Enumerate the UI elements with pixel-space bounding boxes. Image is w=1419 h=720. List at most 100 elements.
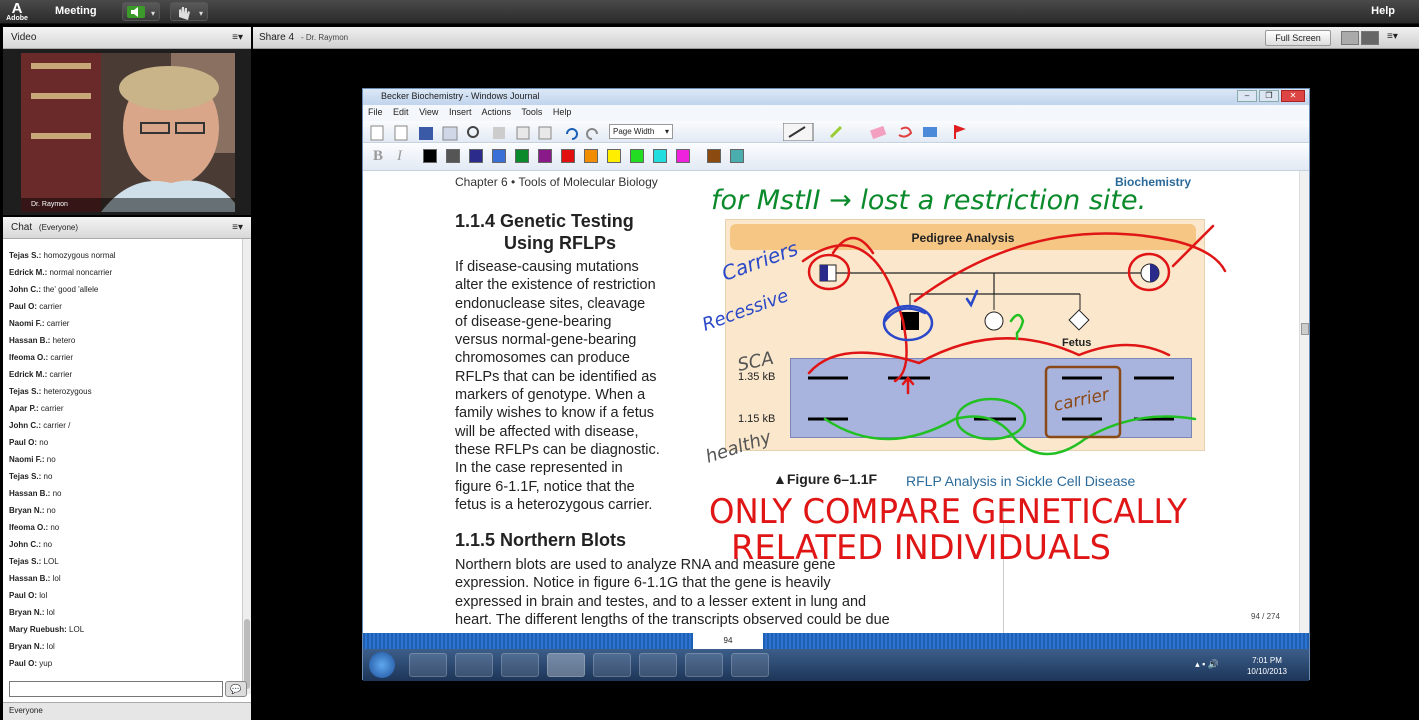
meeting-menu[interactable]: Meeting [55, 5, 97, 17]
pen-color-swatch[interactable] [423, 149, 437, 163]
chat-text: LOL [43, 557, 59, 566]
chat-message: Paul O: carrier [9, 298, 241, 315]
chat-message: Tejas S.: no [9, 468, 241, 485]
ink-note-carrier-box: carrier [1052, 384, 1112, 415]
ink-annotations: for MstII → lost a restriction site. Car… [700, 185, 1227, 568]
chat-text: the' good 'allele [43, 285, 99, 294]
chat-text: homozygous normal [43, 251, 116, 260]
chrome-icon[interactable] [593, 653, 631, 677]
chat-send-button[interactable]: 💬 [225, 681, 247, 697]
chat-audience-tab[interactable]: Everyone [3, 702, 251, 720]
pen-color-swatch[interactable] [730, 149, 744, 163]
fit-view-icon[interactable] [1341, 31, 1359, 45]
close-icon[interactable]: ✕ [1281, 90, 1305, 102]
ink-note-sca: SCA [736, 348, 776, 376]
chat-message: Mary Ruebush: LOL [9, 621, 241, 638]
scroll-thumb[interactable] [1301, 323, 1309, 335]
chat-sender: Mary Ruebush: [9, 625, 67, 634]
chat-sender: Bryan N.: [9, 506, 45, 515]
chat-message: Paul O: no [9, 434, 241, 451]
chat-text: yup [39, 659, 53, 668]
system-clock[interactable]: 7:01 PM 10/10/2013 [1247, 655, 1287, 677]
help-menu[interactable]: Help [1371, 5, 1395, 17]
firefox-icon[interactable] [455, 653, 493, 677]
pen-color-swatch[interactable] [538, 149, 552, 163]
windows-journal-icon[interactable] [547, 653, 585, 677]
pen-color-swatch[interactable] [492, 149, 506, 163]
video-pod-title: Video [11, 32, 37, 43]
tray-icons[interactable]: ▴ ▪ 🔊 [1195, 659, 1219, 670]
chat-text: no [46, 455, 56, 464]
menu-edit[interactable]: Edit [393, 107, 409, 117]
italic-icon[interactable]: I [397, 148, 402, 165]
menu-insert[interactable]: Insert [449, 107, 472, 117]
chat-sender: Apar P.: [9, 404, 39, 413]
chat-text: no [46, 506, 56, 515]
chat-text: no [43, 472, 53, 481]
chat-sender: Bryan N.: [9, 642, 45, 651]
minimize-icon[interactable]: – [1237, 90, 1257, 102]
chat-sender: Paul O: [9, 302, 38, 311]
chat-text: heterozygous [43, 387, 92, 396]
speaker-button[interactable]: ▾ [122, 2, 160, 21]
maximize-icon[interactable]: ❐ [1259, 90, 1279, 102]
menu-view[interactable]: View [419, 107, 438, 117]
zoom-select[interactable]: Page Width ▾ [609, 124, 673, 139]
pen-color-swatch[interactable] [469, 149, 483, 163]
chat-message: Ifeoma O.: no [9, 519, 241, 536]
pod-menu-icon[interactable]: ≡▾ [1387, 31, 1398, 42]
pen-color-swatch[interactable] [446, 149, 460, 163]
explorer-icon[interactable] [409, 653, 447, 677]
chevron-down-icon: ▾ [664, 127, 669, 136]
word-icon[interactable] [685, 653, 723, 677]
pen-tools-icons[interactable] [783, 123, 983, 141]
page-scroll-strip[interactable]: 94 [363, 633, 1309, 649]
raise-hand-button[interactable]: ▾ [170, 2, 208, 21]
ink-note-recessive: Recessive [700, 285, 792, 336]
menu-file[interactable]: File [368, 107, 383, 117]
speech-bubble-icon: 💬 [230, 684, 242, 694]
fullscreen-button[interactable]: Full Screen [1265, 30, 1331, 46]
journal-title: Becker Biochemistry - Windows Journal [381, 91, 540, 101]
menu-actions[interactable]: Actions [481, 107, 511, 117]
chat-text: no [43, 540, 53, 549]
chat-sender: Ifeoma O.: [9, 353, 49, 362]
chat-sender: Tejas S.: [9, 387, 42, 396]
bold-icon[interactable]: B [373, 148, 383, 165]
document-scrollbar[interactable] [1299, 171, 1309, 633]
chat-audience: (Everyone) [38, 223, 79, 232]
chat-sender: Edrick M.: [9, 370, 48, 379]
file-tools-icons [370, 125, 598, 141]
zoom-value: Page Width [613, 127, 655, 136]
pen-color-swatch[interactable] [607, 149, 621, 163]
pod-menu-icon[interactable]: ≡▾ [232, 32, 243, 43]
actual-size-icon[interactable] [1361, 31, 1379, 45]
pod-menu-icon[interactable]: ≡▾ [232, 222, 243, 233]
pen-color-swatch[interactable] [707, 149, 721, 163]
hand-icon: ▾ [179, 7, 203, 20]
pen-color-swatch[interactable] [630, 149, 644, 163]
menu-help[interactable]: Help [553, 107, 572, 117]
clock-date: 10/10/2013 [1246, 667, 1287, 676]
pen-color-swatch[interactable] [653, 149, 667, 163]
windows-journal-window: Becker Biochemistry - Windows Journal – … [362, 88, 1310, 681]
chat-message: Edrick M.: normal noncarrier [9, 264, 241, 281]
internet-explorer-icon[interactable] [501, 653, 539, 677]
pen-color-swatch[interactable] [515, 149, 529, 163]
chat-text: lol [46, 608, 55, 617]
chat-scroll-thumb[interactable] [244, 619, 250, 689]
pen-color-swatch[interactable] [676, 149, 690, 163]
pen-color-swatch[interactable] [584, 149, 598, 163]
chat-sender: Ifeoma O.: [9, 523, 49, 532]
chat-message: John C.: carrier / [9, 417, 241, 434]
journal-document-page[interactable]: Chapter 6 • Tools of Molecular Biology B… [363, 171, 1299, 633]
chat-sender: Paul O: [9, 659, 38, 668]
chat-sender: Naomi F.: [9, 455, 45, 464]
chat-input[interactable] [9, 681, 223, 697]
menu-tools[interactable]: Tools [521, 107, 542, 117]
chat-scrollbar[interactable] [242, 239, 251, 694]
powerpoint-icon[interactable] [731, 653, 769, 677]
presenter-app-icon[interactable] [639, 653, 677, 677]
pen-color-swatch[interactable] [561, 149, 575, 163]
windows-start-icon[interactable] [369, 652, 395, 678]
